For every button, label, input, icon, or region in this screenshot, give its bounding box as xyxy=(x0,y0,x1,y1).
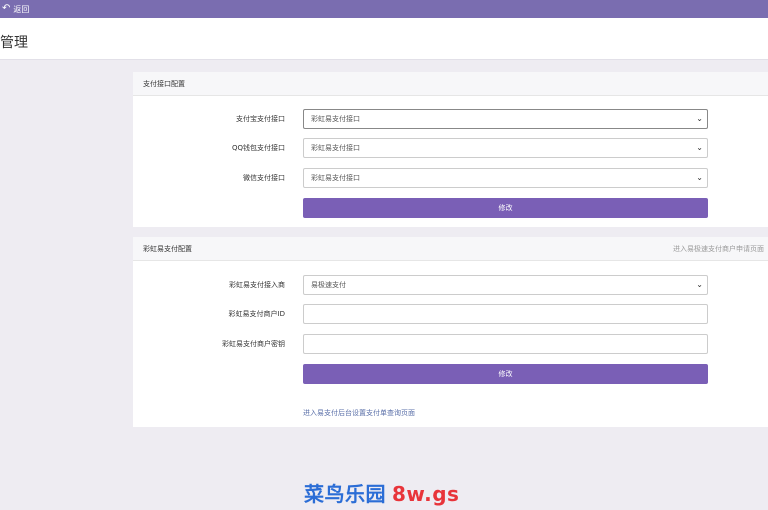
watermark-en: 8w.gs xyxy=(392,482,460,506)
panel-header: 彩虹易支付配置 进入易极速支付商户申请页面 xyxy=(133,237,768,261)
merchant-key-row: 彩虹易支付商户密钥 xyxy=(133,334,768,354)
select-value: 易极速支付 xyxy=(311,281,346,289)
field-label: 微信支付接口 xyxy=(243,174,285,182)
merchant-id-row: 彩虹易支付商户ID xyxy=(133,304,768,324)
merchant-apply-link[interactable]: 进入易极速支付商户申请页面 xyxy=(673,244,764,254)
save-config-button[interactable]: 修改 xyxy=(303,364,708,384)
panel-title: 彩虹易支付配置 xyxy=(143,244,192,253)
merchant-key-input[interactable] xyxy=(303,334,708,354)
qqwallet-interface-select[interactable]: 彩虹易支付接口 ⌄ xyxy=(303,138,708,158)
select-value: 彩虹易支付接口 xyxy=(311,174,360,182)
alipay-interface-select[interactable]: 彩虹易支付接口 ⌄ xyxy=(303,109,708,129)
back-link[interactable]: 返回 xyxy=(13,4,29,15)
back-arrow-icon[interactable]: ↶ xyxy=(2,4,10,14)
qqwallet-row: QQ钱包支付接口 彩虹易支付接口 ⌄ xyxy=(133,138,768,158)
save-interface-button[interactable]: 修改 xyxy=(303,198,708,218)
chevron-down-icon: ⌄ xyxy=(696,114,703,123)
alipay-row: 支付宝支付接口 彩虹易支付接口 ⌄ xyxy=(133,109,768,129)
select-value: 彩虹易支付接口 xyxy=(311,115,360,123)
wechat-row: 微信支付接口 彩虹易支付接口 ⌄ xyxy=(133,168,768,188)
field-label: 支付宝支付接口 xyxy=(236,115,285,123)
provider-row: 彩虹易支付接入商 易极速支付 ⌄ xyxy=(133,275,768,295)
chevron-down-icon: ⌄ xyxy=(696,143,703,152)
select-value: 彩虹易支付接口 xyxy=(311,144,360,152)
field-label: 彩虹易支付接入商 xyxy=(229,281,285,289)
field-label: 彩虹易支付商户密钥 xyxy=(222,340,285,348)
wechat-interface-select[interactable]: 彩虹易支付接口 ⌄ xyxy=(303,168,708,188)
panel-header: 支付接口配置 xyxy=(133,72,768,96)
panel-title: 支付接口配置 xyxy=(143,79,185,88)
top-bar: ↶ 返回 xyxy=(0,0,768,18)
provider-select[interactable]: 易极速支付 ⌄ xyxy=(303,275,708,295)
watermark: 菜鸟乐园 8w.gs xyxy=(304,478,459,507)
page-title: 管理 xyxy=(0,35,28,51)
chevron-down-icon: ⌄ xyxy=(696,280,703,289)
chevron-down-icon: ⌄ xyxy=(696,173,703,182)
page-header: 管理 xyxy=(0,18,768,60)
watermark-cn: 菜鸟乐园 xyxy=(304,482,386,506)
order-query-help-link[interactable]: 进入易支付后台设置支付单查询页面 xyxy=(303,408,415,418)
field-label: 彩虹易支付商户ID xyxy=(228,310,285,318)
field-label: QQ钱包支付接口 xyxy=(231,144,285,152)
merchant-id-input[interactable] xyxy=(303,304,708,324)
rainbow-pay-config-panel: 彩虹易支付配置 进入易极速支付商户申请页面 彩虹易支付接入商 易极速支付 ⌄ 彩… xyxy=(133,237,768,427)
payment-interface-panel: 支付接口配置 支付宝支付接口 彩虹易支付接口 ⌄ QQ钱包支付接口 彩虹易支付接… xyxy=(133,72,768,227)
